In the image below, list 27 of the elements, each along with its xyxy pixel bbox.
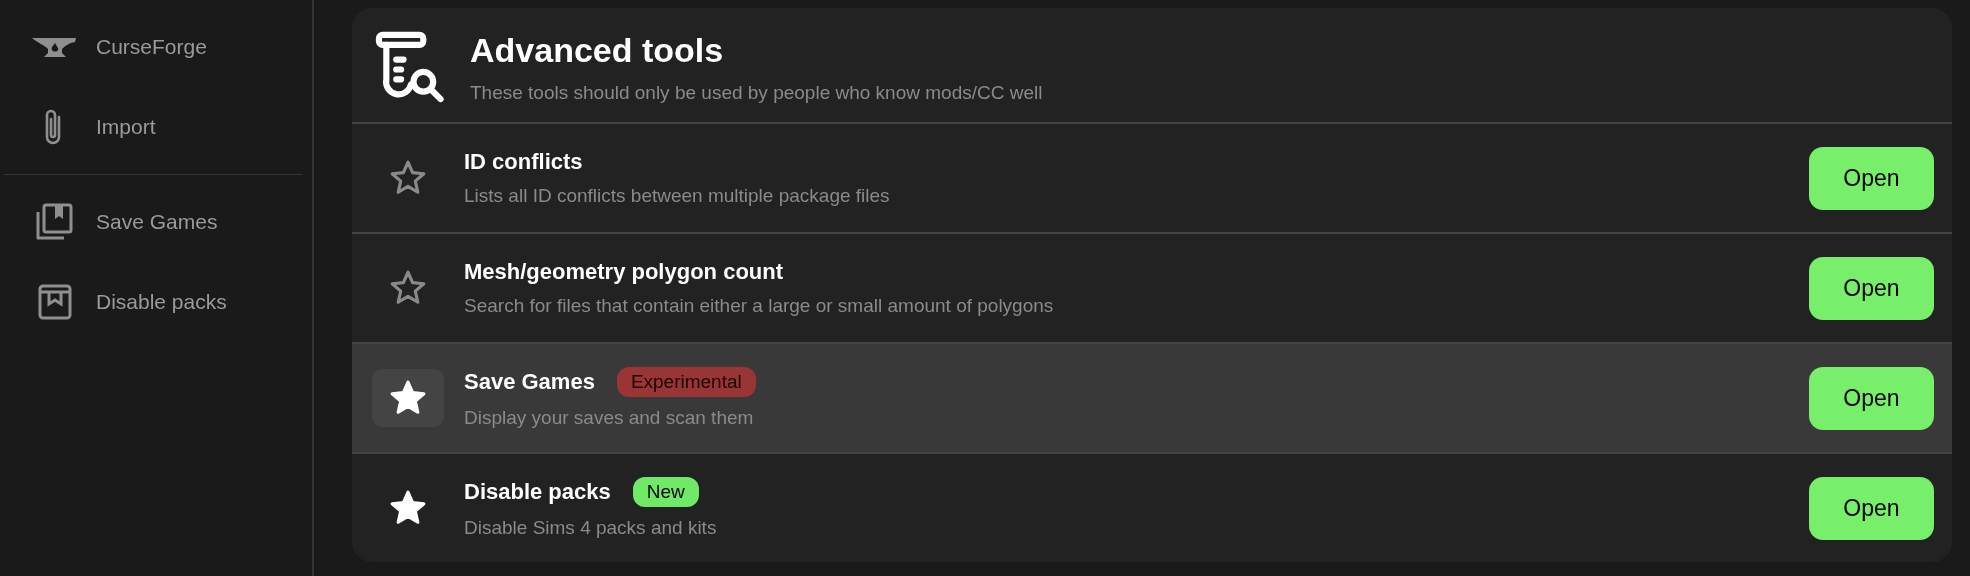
open-button[interactable]: Open: [1809, 146, 1934, 210]
tool-title: Save Games: [464, 369, 595, 395]
tool-title: Disable packs: [464, 479, 611, 505]
tool-row[interactable]: Save Games Experimental Display your saves and scan them Open: [352, 344, 1952, 454]
tool-description: Search for files that contain either a large or small amount of polygons: [464, 295, 1055, 317]
tool-title: ID conflicts: [464, 149, 583, 175]
filled-star-icon[interactable]: [389, 379, 427, 417]
tool-description: Disable Sims 4 packs and kits: [464, 517, 718, 539]
tool-title: Mesh/geometry polygon count: [464, 259, 784, 285]
tool-row[interactable]: Disable packs New Disable Sims 4 packs and kits Open: [352, 454, 1952, 562]
open-button[interactable]: Open: [1809, 476, 1934, 540]
tool-row[interactable]: ID conflicts Lists all ID conflicts between multiple package files Open: [352, 124, 1952, 234]
outline-star-icon[interactable]: [389, 269, 427, 307]
outline-star-icon[interactable]: [389, 159, 427, 197]
sidebar-item[interactable]: Save Games: [4, 187, 302, 257]
tool-description: Lists all ID conflicts between multiple package files: [464, 185, 891, 207]
sidebar-item[interactable]: CurseForge: [4, 12, 302, 82]
status-badge: New: [632, 477, 699, 507]
panel-subtitle: These tools should only be used by people who know mods/CC well: [470, 81, 1043, 104]
open-button[interactable]: Open: [1809, 256, 1934, 320]
tool-description: Display your saves and scan them: [464, 407, 755, 429]
open-button[interactable]: Open: [1809, 366, 1934, 430]
sidebar-item[interactable]: Import: [4, 92, 302, 162]
filled-star-icon[interactable]: [389, 489, 427, 527]
panel-title: Advanced tools: [470, 30, 725, 70]
status-badge: Experimental: [616, 367, 756, 397]
sidebar-item[interactable]: Disable packs: [4, 267, 302, 337]
